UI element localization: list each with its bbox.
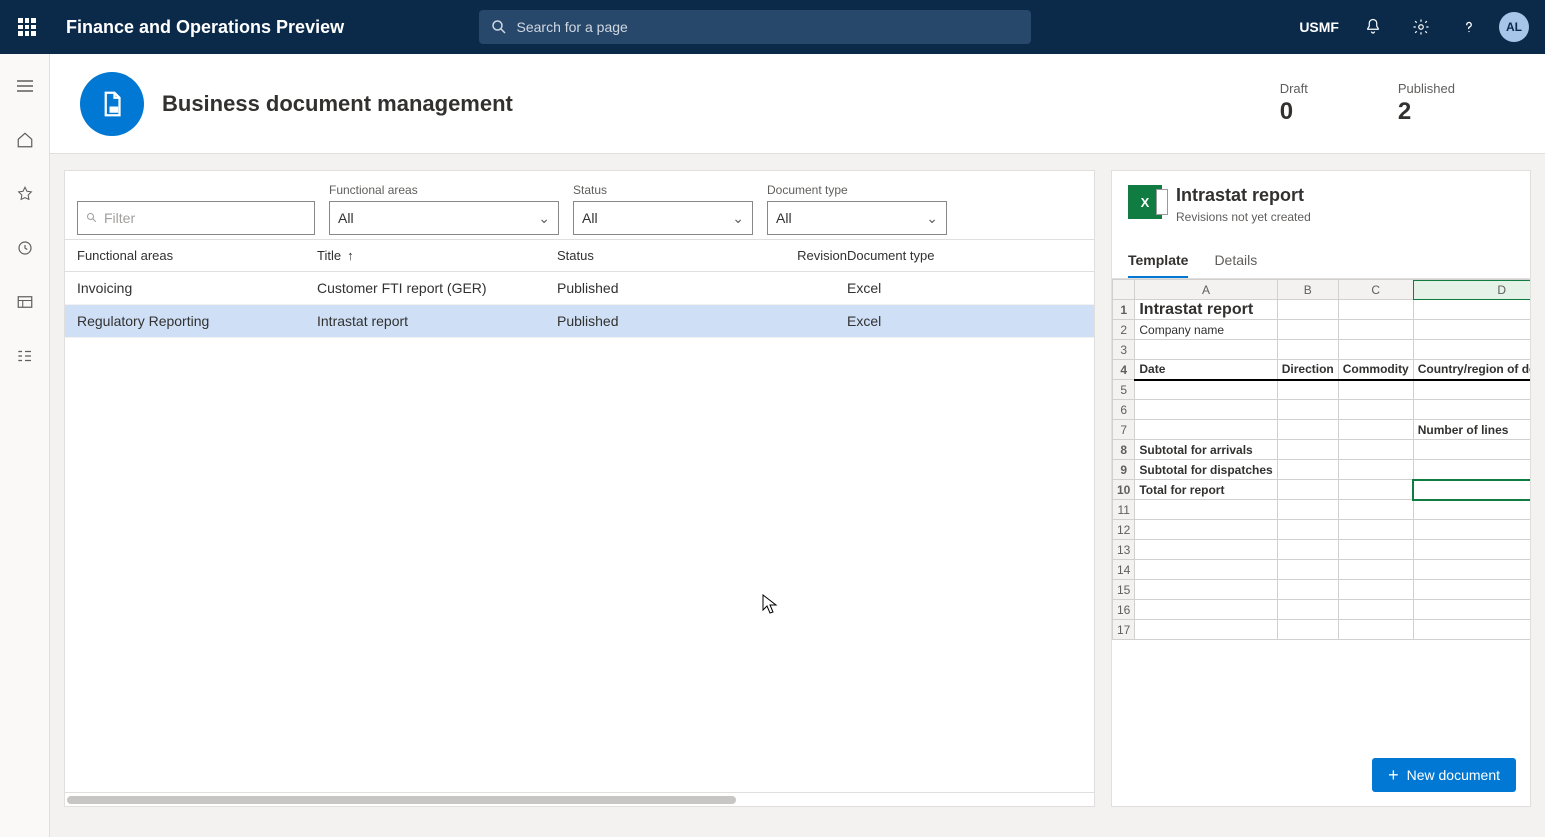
spreadsheet-row-13[interactable]: 13	[1113, 540, 1135, 560]
horizontal-scrollbar[interactable]	[65, 792, 1094, 806]
spreadsheet-col-B[interactable]: B	[1277, 280, 1338, 300]
preview-subtitle: Revisions not yet created	[1176, 210, 1311, 224]
preview-title: Intrastat report	[1176, 185, 1311, 206]
document-list-panel: Filter Functional areas All ⌄ Status All…	[64, 170, 1095, 807]
table-header-row: Functional areas Title↑ Status Revision …	[65, 239, 1094, 272]
kpi-draft: Draft0	[1280, 81, 1308, 126]
global-search-input[interactable]: Search for a page	[479, 10, 1031, 44]
plus-icon: +	[1388, 766, 1399, 784]
nav-workspaces-button[interactable]	[9, 286, 41, 318]
nav-home-button[interactable]	[9, 124, 41, 156]
page-icon	[80, 72, 144, 136]
nav-favorites-button[interactable]	[9, 178, 41, 210]
filter-input[interactable]: Filter	[77, 201, 315, 235]
spreadsheet-row-1[interactable]: 1	[1113, 300, 1135, 320]
spreadsheet-preview[interactable]: ABCD1Intrastat report2Company name34Date…	[1112, 279, 1530, 806]
spreadsheet-row-2[interactable]: 2	[1113, 320, 1135, 340]
app-launcher-button[interactable]	[0, 0, 54, 54]
column-status[interactable]: Status	[557, 248, 787, 263]
spreadsheet-row-3[interactable]: 3	[1113, 340, 1135, 360]
chevron-down-icon: ⌄	[732, 210, 744, 227]
search-placeholder: Search for a page	[517, 19, 628, 35]
help-button[interactable]	[1451, 9, 1487, 45]
workspace-icon	[16, 293, 34, 311]
gear-icon	[1412, 18, 1430, 36]
nav-recent-button[interactable]	[9, 232, 41, 264]
chevron-down-icon: ⌄	[538, 210, 550, 227]
spreadsheet-row-9[interactable]: 9	[1113, 460, 1135, 480]
table-row[interactable]: Regulatory ReportingIntrastat reportPubl…	[65, 305, 1094, 338]
search-icon	[86, 212, 98, 224]
spreadsheet-row-11[interactable]: 11	[1113, 500, 1135, 520]
column-title[interactable]: Title↑	[317, 248, 557, 263]
notifications-button[interactable]	[1355, 9, 1391, 45]
star-icon	[16, 185, 34, 203]
spreadsheet-row-17[interactable]: 17	[1113, 620, 1135, 640]
home-icon	[16, 131, 34, 149]
column-functional-areas[interactable]: Functional areas	[77, 248, 317, 263]
bell-icon	[1364, 18, 1382, 36]
excel-icon: X	[1128, 185, 1162, 219]
spreadsheet-col-A[interactable]: A	[1135, 280, 1277, 300]
nav-modules-button[interactable]	[9, 340, 41, 372]
chevron-down-icon: ⌄	[926, 210, 938, 227]
spreadsheet-row-5[interactable]: 5	[1113, 380, 1135, 400]
spreadsheet-row-8[interactable]: 8	[1113, 440, 1135, 460]
app-brand: Finance and Operations Preview	[66, 17, 344, 38]
filter-placeholder: Filter	[104, 210, 135, 226]
document-type-select[interactable]: All ⌄	[767, 201, 947, 235]
status-label: Status	[573, 183, 753, 197]
spreadsheet-row-16[interactable]: 16	[1113, 600, 1135, 620]
page-header: Business document management Draft0 Publi…	[50, 54, 1545, 154]
functional-areas-select[interactable]: All ⌄	[329, 201, 559, 235]
help-icon	[1460, 18, 1478, 36]
left-nav-rail	[0, 54, 50, 837]
tab-details[interactable]: Details	[1214, 244, 1257, 278]
tab-template[interactable]: Template	[1128, 244, 1188, 278]
user-avatar[interactable]: AL	[1499, 12, 1529, 42]
spreadsheet-row-6[interactable]: 6	[1113, 400, 1135, 420]
functional-areas-label: Functional areas	[329, 183, 559, 197]
spreadsheet-row-14[interactable]: 14	[1113, 560, 1135, 580]
search-icon	[491, 19, 507, 35]
modules-icon	[16, 347, 34, 365]
legal-entity-picker[interactable]: USMF	[1299, 19, 1339, 35]
column-document-type[interactable]: Document type	[847, 248, 1047, 263]
spreadsheet-row-4[interactable]: 4	[1113, 360, 1135, 380]
new-document-label: New document	[1407, 767, 1500, 783]
spreadsheet-row-12[interactable]: 12	[1113, 520, 1135, 540]
settings-button[interactable]	[1403, 9, 1439, 45]
clock-icon	[16, 239, 34, 257]
spreadsheet-row-7[interactable]: 7	[1113, 420, 1135, 440]
spreadsheet-row-10[interactable]: 10	[1113, 480, 1135, 500]
document-type-label: Document type	[767, 183, 947, 197]
column-revision[interactable]: Revision	[787, 248, 847, 263]
kpi-published: Published2	[1398, 81, 1455, 126]
spreadsheet-row-15[interactable]: 15	[1113, 580, 1135, 600]
table-row[interactable]: InvoicingCustomer FTI report (GER)Publis…	[65, 272, 1094, 305]
document-icon	[97, 89, 127, 119]
status-select[interactable]: All ⌄	[573, 201, 753, 235]
spreadsheet-col-D[interactable]: D	[1413, 280, 1530, 300]
sort-asc-icon: ↑	[347, 248, 354, 263]
preview-panel: X Intrastat report Revisions not yet cre…	[1111, 170, 1531, 807]
nav-expand-button[interactable]	[9, 70, 41, 102]
waffle-icon	[18, 18, 36, 36]
spreadsheet-col-C[interactable]: C	[1338, 280, 1413, 300]
hamburger-icon	[16, 79, 34, 93]
page-title: Business document management	[162, 91, 513, 117]
new-document-button[interactable]: + New document	[1372, 758, 1516, 792]
